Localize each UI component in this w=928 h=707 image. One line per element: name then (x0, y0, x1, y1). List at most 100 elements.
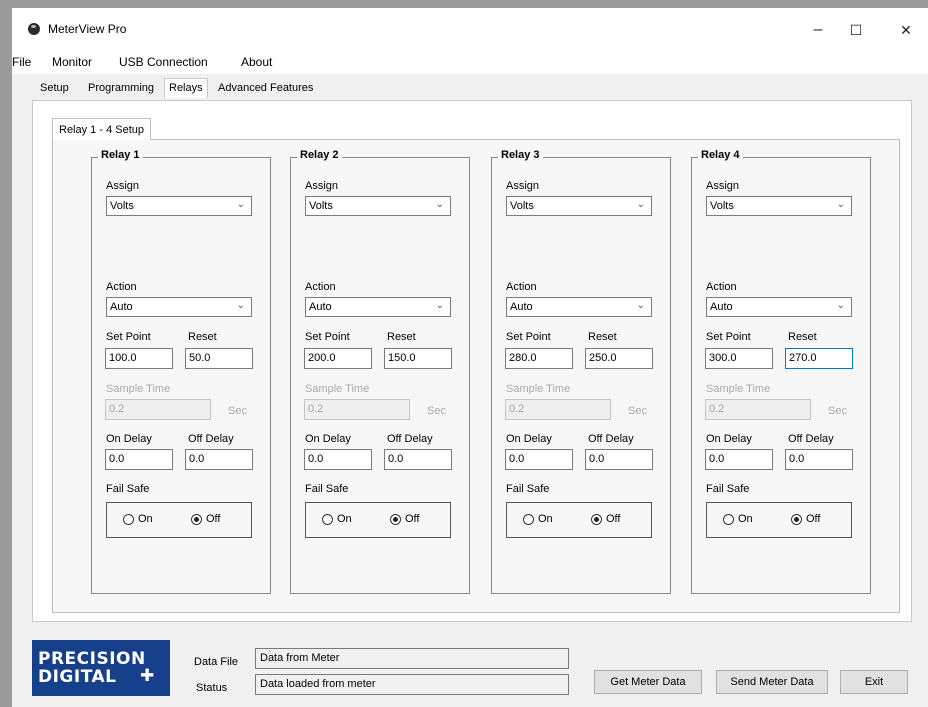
action-value: Auto (510, 301, 533, 313)
fail-safe-off-radio[interactable]: Off (191, 513, 220, 525)
action-label: Action (506, 281, 537, 293)
set-point-input[interactable]: 280.0 (505, 348, 573, 369)
get-meter-data-button[interactable]: Get Meter Data (594, 670, 702, 694)
chevron-down-icon: ⌄ (636, 199, 645, 210)
menu-usb-connection[interactable]: USB Connection (119, 55, 208, 69)
radio-unchecked-icon (123, 513, 134, 525)
assign-select[interactable]: Volts ⌄ (506, 196, 652, 216)
maximize-button[interactable]: ☐ (838, 16, 874, 44)
fail-safe-group: On Off (305, 502, 451, 538)
exit-button[interactable]: Exit (840, 670, 908, 694)
on-delay-input[interactable]: 0.0 (304, 449, 372, 470)
minimize-button[interactable]: – (800, 16, 836, 44)
action-select[interactable]: Auto ⌄ (305, 297, 451, 317)
main-tabs: Setup Programming Relays Advanced Featur… (0, 78, 916, 100)
on-option-label: On (538, 513, 553, 525)
off-delay-input[interactable]: 0.0 (185, 449, 253, 470)
on-delay-input[interactable]: 0.0 (705, 449, 773, 470)
off-delay-label: Off Delay (588, 433, 634, 445)
off-option-label: Off (405, 513, 420, 525)
action-select[interactable]: Auto ⌄ (506, 297, 652, 317)
data-file-field: Data from Meter (255, 648, 569, 669)
assign-label: Assign (506, 180, 540, 192)
set-point-input[interactable]: 300.0 (705, 348, 773, 369)
off-delay-label: Off Delay (188, 433, 234, 445)
off-delay-input[interactable]: 0.0 (785, 449, 853, 470)
fail-safe-on-radio[interactable]: On (322, 513, 352, 525)
fail-safe-off-radio[interactable]: Off (791, 513, 820, 525)
reset-input[interactable]: 50.0 (185, 348, 253, 369)
fail-safe-group: On Off (106, 502, 252, 538)
radio-checked-icon (591, 513, 602, 525)
off-delay-input[interactable]: 0.0 (384, 449, 452, 470)
sample-time-label: Sample Time (305, 383, 370, 395)
tab-setup[interactable]: Setup (40, 82, 69, 94)
on-option-label: On (337, 513, 352, 525)
fail-safe-on-radio[interactable]: On (523, 513, 553, 525)
window-title: MeterView Pro (48, 22, 127, 36)
reset-label: Reset (387, 331, 416, 343)
data-file-label: Data File (194, 656, 239, 668)
relay-4-group: Relay 4 Assign Volts ⌄ Action Auto ⌄ Set… (691, 149, 871, 594)
assign-select[interactable]: Volts ⌄ (106, 196, 252, 216)
fail-safe-on-radio[interactable]: On (723, 513, 753, 525)
off-delay-input[interactable]: 0.0 (585, 449, 653, 470)
radio-checked-icon (791, 513, 802, 525)
menu-bar: File Monitor USB Connection About (12, 50, 928, 74)
off-option-label: Off (206, 513, 221, 525)
precision-digital-logo: PRECISION DIGITAL ✚ (32, 640, 170, 696)
chevron-down-icon: ⌄ (836, 199, 845, 210)
assign-label: Assign (106, 180, 140, 192)
chevron-down-icon: ⌄ (236, 199, 245, 210)
sample-time-label: Sample Time (106, 383, 171, 395)
on-delay-input[interactable]: 0.0 (505, 449, 573, 470)
reset-label: Reset (788, 331, 817, 343)
set-point-label: Set Point (305, 331, 350, 343)
menu-monitor[interactable]: Monitor (52, 55, 92, 69)
relay-title: Relay 4 (698, 149, 743, 161)
action-select[interactable]: Auto ⌄ (706, 297, 852, 317)
set-point-label: Set Point (706, 331, 751, 343)
on-option-label: On (738, 513, 753, 525)
sample-time-input: 0.2 (505, 399, 611, 420)
set-point-input[interactable]: 100.0 (105, 348, 173, 369)
action-label: Action (706, 281, 737, 293)
reset-input[interactable]: 270.0 (785, 348, 853, 369)
radio-checked-icon (191, 513, 202, 525)
set-point-input[interactable]: 200.0 (304, 348, 372, 369)
reset-input[interactable]: 150.0 (384, 348, 452, 369)
assign-value: Volts (510, 200, 534, 212)
reset-input[interactable]: 250.0 (585, 348, 653, 369)
assign-select[interactable]: Volts ⌄ (706, 196, 852, 216)
fail-safe-off-radio[interactable]: Off (591, 513, 620, 525)
tab-programming[interactable]: Programming (88, 82, 154, 94)
on-delay-input[interactable]: 0.0 (105, 449, 173, 470)
tab-relays[interactable]: Relays (164, 78, 208, 98)
send-meter-data-button[interactable]: Send Meter Data (716, 670, 828, 694)
fail-safe-off-radio[interactable]: Off (390, 513, 419, 525)
radio-checked-icon (390, 513, 401, 525)
sec-unit-label: Sec (828, 405, 847, 417)
logo-line-1: PRECISION (38, 649, 146, 669)
status-label: Status (196, 682, 228, 694)
chevron-down-icon: ⌄ (236, 300, 245, 311)
menu-file[interactable]: File (12, 55, 31, 69)
tab-relay-1-4-setup[interactable]: Relay 1 - 4 Setup (52, 118, 151, 140)
off-option-label: Off (806, 513, 821, 525)
reset-label: Reset (188, 331, 217, 343)
sample-time-input: 0.2 (304, 399, 410, 420)
assign-select[interactable]: Volts ⌄ (305, 196, 451, 216)
on-option-label: On (138, 513, 153, 525)
radio-unchecked-icon (723, 513, 734, 525)
radio-unchecked-icon (322, 513, 333, 525)
sample-time-label: Sample Time (706, 383, 771, 395)
menu-about[interactable]: About (241, 55, 272, 69)
action-value: Auto (309, 301, 332, 313)
tab-advanced-features[interactable]: Advanced Features (218, 82, 313, 94)
action-select[interactable]: Auto ⌄ (106, 297, 252, 317)
fail-safe-on-radio[interactable]: On (123, 513, 153, 525)
sample-time-input: 0.2 (105, 399, 211, 420)
close-button[interactable]: ✕ (888, 16, 924, 44)
relay-title: Relay 3 (498, 149, 543, 161)
assign-label: Assign (305, 180, 339, 192)
